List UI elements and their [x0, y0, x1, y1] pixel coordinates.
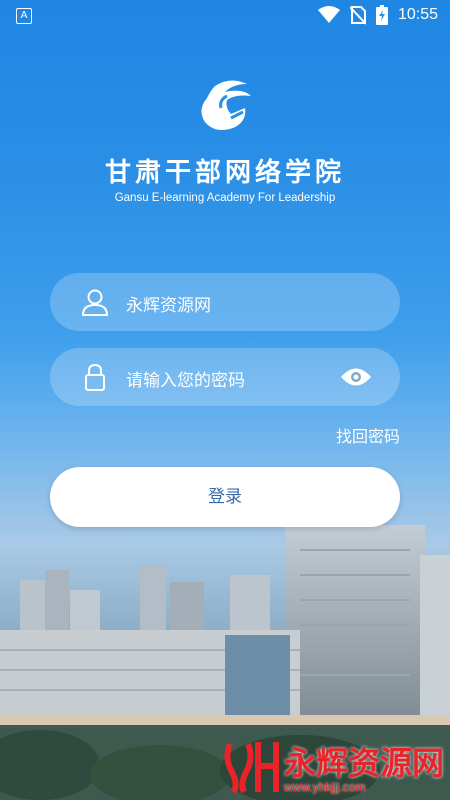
app-notification-icon: A	[16, 8, 32, 24]
user-icon	[81, 289, 109, 316]
status-bar: A 10:55	[0, 0, 450, 32]
password-input[interactable]: 请输入您的密码	[126, 366, 245, 391]
watermark-url: www.yhkjjj.com	[283, 780, 366, 794]
watermark: 永辉资源网 www.yhkjjj.com	[222, 738, 444, 794]
no-sim-icon	[349, 6, 366, 25]
show-password-eye-icon[interactable]	[340, 366, 372, 388]
status-time: 10:55	[397, 6, 438, 23]
username-input[interactable]: 永辉资源网	[126, 291, 211, 316]
login-button[interactable]: 登录	[50, 467, 400, 527]
wifi-icon	[317, 6, 340, 23]
watermark-name: 永辉资源网	[283, 744, 444, 782]
forgot-password-link[interactable]: 找回密码	[336, 423, 400, 447]
lock-icon	[85, 363, 105, 391]
status-right: 10:55	[317, 5, 438, 25]
battery-charging-icon	[375, 5, 388, 25]
password-field[interactable]: 请输入您的密码	[50, 348, 400, 406]
watermark-text: 永辉资源网 www.yhkjjj.com	[284, 746, 444, 794]
login-screen: A 10:55 甘肃干部网络学院 Gansu E-learning Academ…	[0, 0, 450, 800]
app-title: 甘肃干部网络学院	[104, 158, 345, 188]
watermark-logo-icon	[224, 742, 279, 794]
app-subtitle: Gansu E-learning Academy For Leadership	[114, 192, 336, 204]
username-field[interactable]: 永辉资源网	[50, 273, 400, 331]
academy-logo-icon	[201, 80, 251, 130]
